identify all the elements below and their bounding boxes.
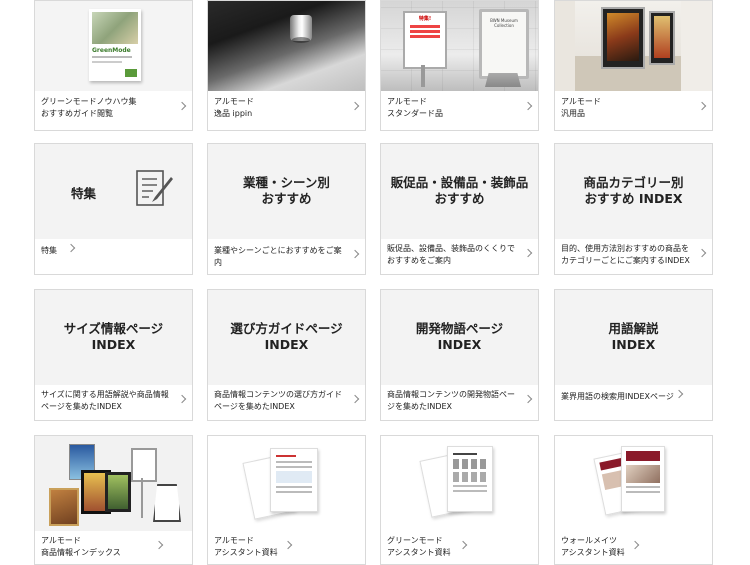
document-pen-icon	[136, 170, 173, 206]
chevron-right-icon	[350, 249, 360, 259]
card-caption: 販促品、設備品、装飾品のくくりでおすすめをご案内	[387, 244, 515, 265]
card-title: 選び方ガイドページ	[230, 321, 343, 336]
catalog-thumbnail	[555, 436, 712, 531]
card-title-line2: おすすめ INDEX	[584, 191, 683, 206]
card-label-line2: 逸品 ippin	[214, 109, 253, 118]
card-title: 開発物語ページ	[415, 321, 504, 336]
metal-fixture-thumbnail	[208, 1, 365, 91]
card-label-line1: アルモード	[387, 97, 427, 106]
card-almode-standard[interactable]: 特集! BWN Museum Collection アルモードスタンダード品	[380, 0, 539, 131]
brochure-thumbnail: GreenMode	[35, 1, 192, 91]
card-label-line2: おすすめガイド閲覧	[41, 109, 113, 118]
card-title-line2: おすすめ	[261, 191, 312, 206]
card-title-line2: INDEX	[91, 337, 136, 352]
card-caption: 特集	[41, 246, 57, 255]
chevron-right-icon	[697, 101, 707, 110]
card-label-line2: アシスタント資料	[214, 548, 278, 557]
card-title: 用語解説	[608, 321, 659, 336]
product-lineup-thumbnail	[35, 436, 192, 531]
chevron-right-icon	[177, 101, 187, 110]
chevron-right-icon	[697, 248, 707, 258]
card-almode-ippin[interactable]: アルモード逸品 ippin	[207, 0, 366, 131]
card-label-line1: グリーンモードノウハウ集	[41, 97, 137, 106]
card-promo-equipment-decor[interactable]: 販促品・設備品・装飾品 おすすめ 販促品、設備品、装飾品のくくりでおすすめをご案…	[380, 143, 539, 275]
wall-posters-thumbnail	[555, 1, 712, 91]
card-label-line1: アルモード	[214, 536, 254, 545]
card-label-line2: 商品情報インデックス	[41, 548, 121, 557]
card-selection-guide-index[interactable]: 選び方ガイドページ INDEX 商品情報コンテンツの選び方ガイドページを集めたI…	[207, 289, 366, 421]
card-label-line1: アルモード	[214, 97, 254, 106]
chevron-right-icon	[523, 248, 533, 258]
card-almode-general[interactable]: アルモード 汎用品	[554, 0, 713, 131]
card-title: サイズ情報ページ	[63, 321, 164, 336]
card-label-line2: アシスタント資料	[387, 548, 451, 557]
card-title-line2: INDEX	[437, 337, 482, 352]
card-product-category[interactable]: 商品カテゴリー別 おすすめ INDEX 目的、使用方法別おすすめの商品をカテゴリ…	[554, 143, 713, 275]
card-title-line2: INDEX	[264, 337, 309, 352]
card-glossary-index[interactable]: 用語解説 INDEX 業界用語の検索用INDEXページ	[554, 289, 713, 421]
card-label-line1: ウォールメイツ	[561, 536, 617, 545]
card-industry-scene[interactable]: 業種・シーン別 おすすめ 業種やシーンごとにおすすめをご案内	[207, 143, 366, 275]
card-caption: 商品情報コンテンツの開発物語ページを集めたINDEX	[387, 390, 515, 411]
card-label-line2: スタンダード品	[387, 109, 443, 118]
sign-stands-thumbnail: 特集! BWN Museum Collection	[381, 1, 538, 91]
card-title: 業種・シーン別	[243, 175, 330, 190]
card-title-line2: おすすめ	[434, 191, 485, 206]
card-feature[interactable]: 特集 特集	[34, 143, 193, 275]
card-size-info-index[interactable]: サイズ情報ページ INDEX サイズに関する用語解説や商品情報ページを集めたIN…	[34, 289, 193, 421]
card-caption: 業種やシーンごとにおすすめをご案内	[214, 246, 342, 267]
card-label-line2: 汎用品	[561, 109, 585, 118]
card-greenmode-knowhow[interactable]: GreenMode グリーンモードノウハウ集 おすすめガイド閲覧	[34, 0, 193, 131]
card-label-line2: アシスタント資料	[561, 548, 625, 557]
card-title: 販促品・設備品・装飾品	[390, 175, 529, 190]
card-label-line1: アルモード	[561, 97, 601, 106]
card-title: 商品カテゴリー別	[583, 175, 684, 190]
card-caption: 目的、使用方法別おすすめの商品をカテゴリーごとにご案内するINDEX	[561, 244, 690, 265]
documents-thumbnail	[208, 436, 365, 531]
card-title: 特集	[71, 186, 97, 201]
card-title-line2: INDEX	[611, 337, 656, 352]
card-caption: サイズに関する用語解説や商品情報ページを集めたINDEX	[41, 390, 169, 411]
chevron-right-icon	[350, 101, 360, 110]
card-development-story-index[interactable]: 開発物語ページ INDEX 商品情報コンテンツの開発物語ページを集めたINDEX	[380, 289, 539, 421]
card-wallmates-assistant-docs[interactable]: ウォールメイツ アシスタント資料	[554, 435, 713, 565]
card-almode-assistant-docs[interactable]: アルモードアシスタント資料	[207, 435, 366, 565]
documents-thumbnail	[381, 436, 538, 531]
chevron-right-icon	[177, 394, 187, 404]
card-caption: 商品情報コンテンツの選び方ガイドページを集めたINDEX	[214, 390, 342, 411]
card-label-line1: グリーンモード	[387, 536, 443, 545]
card-greenmode-assistant-docs[interactable]: グリーンモード アシスタント資料	[380, 435, 539, 565]
chevron-right-icon	[350, 394, 360, 404]
chevron-right-icon	[523, 101, 533, 110]
card-almode-product-index[interactable]: アルモード 商品情報インデックス	[34, 435, 193, 565]
chevron-right-icon	[523, 394, 533, 404]
